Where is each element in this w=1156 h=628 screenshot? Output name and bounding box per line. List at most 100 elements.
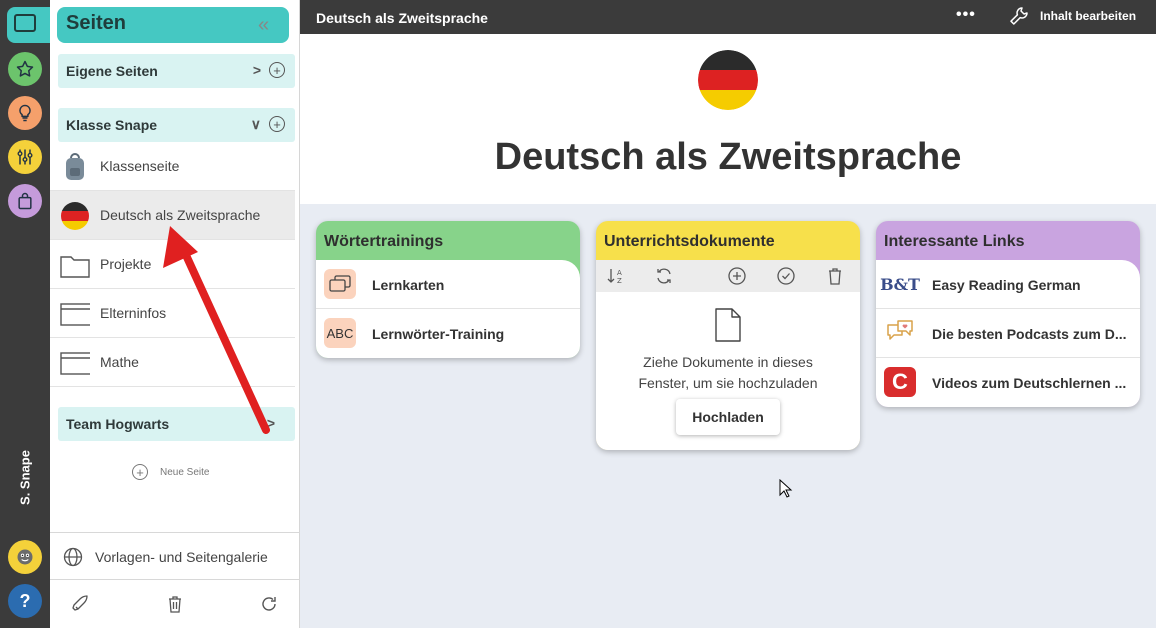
list-item[interactable]: ABC Lernwörter-Training: [316, 309, 580, 358]
avatar-icon: [17, 549, 33, 565]
list-item-label: Easy Reading German: [932, 277, 1081, 293]
card-unterrichtsdokumente: Unterrichtsdokumente AZ Ziehe Dokumente …: [596, 221, 860, 450]
list-item-label: Videos zum Deutschlernen ...: [932, 375, 1127, 391]
card-header[interactable]: Wörtertrainings: [316, 221, 580, 261]
sidebar-item-projekte[interactable]: Projekte: [50, 240, 295, 289]
top-bar: Deutsch als Zweitsprache ••• Inhalt bear…: [300, 0, 1156, 34]
chevron-right-icon[interactable]: >: [267, 415, 275, 431]
svg-text:Z: Z: [617, 277, 622, 285]
dropzone-line-2: Fenster, um sie hochzuladen: [638, 375, 818, 391]
document-icon: [715, 308, 741, 342]
flashcards-icon: [324, 269, 356, 299]
list-item[interactable]: Die besten Podcasts zum D...: [876, 309, 1140, 358]
add-page-icon[interactable]: +: [269, 116, 285, 132]
dropzone-line-1: Ziehe Dokumente in dieses: [643, 354, 813, 370]
abc-icon: ABC: [324, 318, 356, 348]
window-icon: [60, 352, 90, 375]
app-rail: S. Snape ?: [0, 0, 67, 628]
upload-button[interactable]: Hochladen: [676, 399, 780, 435]
add-circle-icon[interactable]: [727, 266, 747, 286]
refresh-icon[interactable]: [259, 594, 279, 614]
settings-rail-button[interactable]: [8, 140, 42, 174]
section-team-hogwarts[interactable]: Team Hogwarts >: [58, 407, 295, 441]
sidebar-item-label: Deutsch als Zweitsprache: [100, 207, 261, 223]
list-item[interactable]: C Videos zum Deutschlernen ...: [876, 358, 1140, 407]
list-item-label: Lernwörter-Training: [372, 326, 505, 342]
list-item-label: Die besten Podcasts zum D...: [932, 326, 1127, 342]
new-page-label: Neue Seite: [160, 466, 210, 478]
card-title: Interessante Links: [884, 233, 1025, 250]
gallery-label: Vorlagen- und Seitengalerie: [95, 549, 268, 565]
folder-icon: [60, 256, 90, 278]
documents-toolbar: AZ: [596, 260, 860, 292]
user-name-label: S. Snape: [17, 450, 33, 505]
page-title: Deutsch als Zweitsprache: [494, 136, 962, 178]
sidebar-item-label: Projekte: [100, 256, 152, 272]
sort-az-icon[interactable]: AZ: [606, 266, 626, 286]
list-item[interactable]: B&T Easy Reading German: [876, 260, 1140, 309]
section-label: Eigene Seiten: [66, 63, 158, 79]
more-options-icon[interactable]: •••: [956, 6, 976, 24]
sidebar-item-label: Mathe: [100, 354, 139, 370]
card-title: Wörtertrainings: [324, 233, 444, 250]
sidebar-title: Seiten: [66, 12, 127, 34]
favorites-rail-button[interactable]: [8, 52, 42, 86]
trash-icon[interactable]: [165, 594, 185, 614]
card-header[interactable]: Unterrichtsdokumente: [596, 221, 860, 261]
collapse-sidebar-icon[interactable]: «: [258, 14, 269, 37]
plus-circle-icon: +: [132, 464, 148, 480]
upload-dropzone[interactable]: Ziehe Dokumente in dieses Fenster, um si…: [596, 292, 860, 450]
section-label: Team Hogwarts: [66, 416, 170, 432]
add-page-icon[interactable]: +: [269, 62, 285, 78]
ideas-rail-button[interactable]: [8, 96, 42, 130]
sidebar-item-elterninfos[interactable]: Elterninfos: [50, 289, 295, 338]
shop-rail-button[interactable]: [8, 184, 42, 218]
german-flag-icon: [61, 202, 89, 230]
mouse-cursor-icon: [779, 479, 793, 498]
card-body: Lernkarten ABC Lernwörter-Training: [316, 260, 580, 358]
sidebar-item-label: Elterninfos: [100, 305, 167, 321]
sidebar-item-klassenseite[interactable]: Klassenseite: [50, 142, 295, 191]
chevron-down-icon[interactable]: ∨: [251, 116, 261, 133]
sidebar-item-mathe[interactable]: Mathe: [50, 338, 295, 387]
section-eigene-seiten[interactable]: Eigene Seiten > +: [58, 54, 295, 88]
list-item[interactable]: Lernkarten: [316, 260, 580, 309]
bt-logo-icon: B&T: [880, 274, 920, 294]
card-woertertrainings: Wörtertrainings Lernkarten ABC Lernwörte…: [316, 221, 580, 358]
new-page-button[interactable]: + Neue Seite: [132, 464, 209, 480]
sliders-icon: [17, 149, 33, 165]
globe-icon: [63, 547, 83, 567]
c-logo-icon: C: [884, 367, 916, 397]
card-interessante-links: Interessante Links B&T Easy Reading Germ…: [876, 221, 1140, 407]
sidebar-item-label: Klassenseite: [100, 158, 180, 174]
help-button[interactable]: ?: [8, 584, 42, 618]
section-klasse-snape[interactable]: Klasse Snape ∨ +: [58, 108, 295, 142]
edit-content-button[interactable]: Inhalt bearbeiten: [1008, 5, 1136, 27]
svg-text:A: A: [617, 269, 622, 277]
page-header: Deutsch als Zweitsprache: [300, 34, 1156, 204]
template-gallery-link[interactable]: Vorlagen- und Seitengalerie: [50, 532, 300, 580]
sidebar-bottom-toolbar: [50, 580, 300, 628]
card-body: B&T Easy Reading German Die besten Podca…: [876, 260, 1140, 407]
podcast-chat-icon: [884, 318, 916, 348]
card-title: Unterrichtsdokumente: [604, 233, 775, 250]
help-label: ?: [19, 590, 31, 611]
trash-icon[interactable]: [825, 266, 845, 286]
check-circle-icon[interactable]: [776, 266, 796, 286]
sidebar-item-deutsch[interactable]: Deutsch als Zweitsprache: [50, 191, 295, 240]
wrench-icon: [1010, 7, 1028, 25]
user-avatar[interactable]: [8, 540, 42, 574]
chevron-right-icon[interactable]: >: [253, 62, 261, 78]
pages-sidebar: Seiten « Eigene Seiten > + Klasse Snape …: [14, 0, 300, 628]
pages-window-icon: [14, 14, 36, 32]
topbar-title: Deutsch als Zweitsprache: [316, 10, 488, 26]
lightbulb-icon: [19, 104, 31, 122]
rocket-icon[interactable]: [71, 594, 91, 614]
star-icon: [16, 60, 34, 77]
card-body: AZ Ziehe Dokumente in dieses Fenster, um…: [596, 260, 860, 450]
list-item-label: Lernkarten: [372, 277, 445, 293]
edit-content-label: Inhalt bearbeiten: [1040, 9, 1137, 23]
card-header[interactable]: Interessante Links: [876, 221, 1140, 261]
sync-icon[interactable]: [654, 266, 674, 286]
german-flag-icon: [698, 50, 758, 110]
